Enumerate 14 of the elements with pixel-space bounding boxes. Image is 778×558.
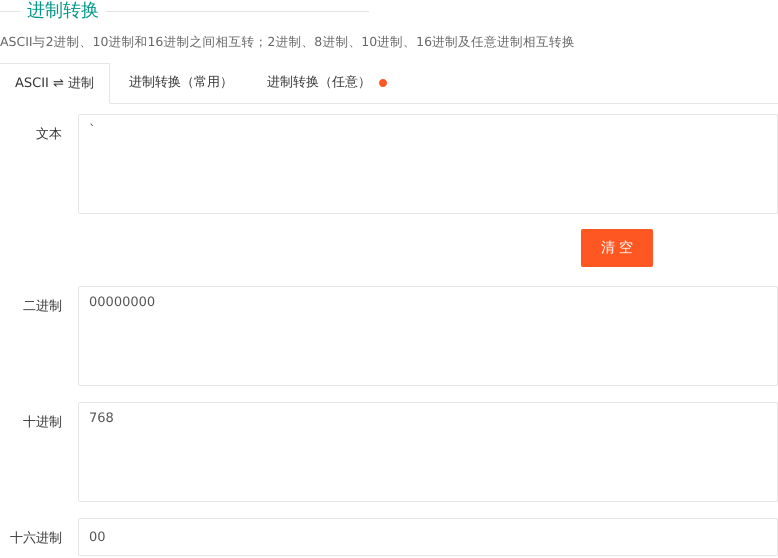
field-label: 十六进制 [9, 530, 63, 548]
text-area[interactable]: 768 [78, 402, 778, 502]
text-area[interactable]: 00000000 [78, 286, 778, 386]
tab[interactable]: 进制转换（任意） [252, 63, 402, 103]
page-title: 进制转换 [27, 0, 99, 22]
field-label: 文本 [35, 126, 63, 144]
tab[interactable]: 进制转换（常用） [114, 63, 248, 103]
field-label: 十进制 [22, 414, 63, 432]
page-description: ASCII与2进制、10进制和16进制之间相互转；2进制、8进制、10进制、16进制及任意进制相互转换 [0, 34, 576, 50]
tab[interactable]: ASCII ⇌ 进制 [0, 63, 110, 104]
field-label: 二进制 [22, 298, 63, 316]
text-area[interactable]: ` [78, 114, 778, 214]
input-field[interactable]: 00 [78, 518, 778, 556]
notification-dot [379, 79, 388, 87]
